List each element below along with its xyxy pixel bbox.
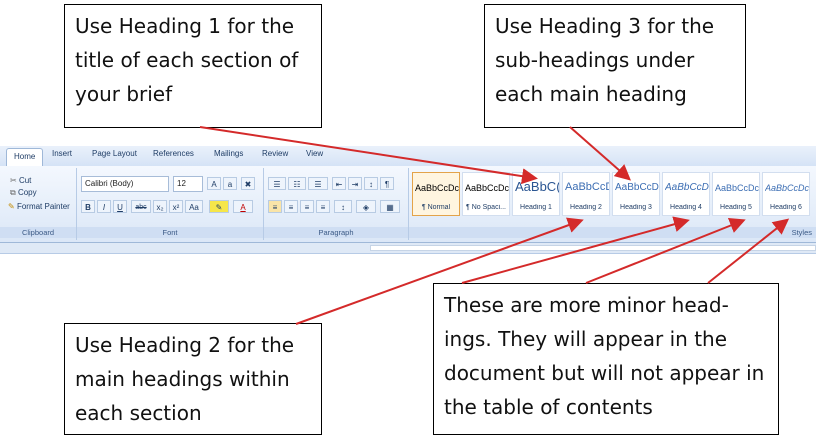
style-sample: AaBbCcD: [565, 181, 609, 193]
styles-group: AaBbCcDc ¶ Normal AaBbCcDc ¶ No Spaci...…: [409, 168, 816, 240]
strikethrough-button[interactable]: abc: [131, 200, 151, 213]
copy-icon: ⧉: [10, 188, 16, 197]
style-sample: AaBbCcDc: [415, 183, 459, 193]
style-name: Heading 6: [770, 204, 802, 211]
bold-button[interactable]: B: [81, 200, 95, 213]
cut-button[interactable]: ✂ Cut: [10, 176, 31, 185]
style-name: Heading 5: [720, 204, 752, 211]
callout-heading2-text: Use Heading 2 for the main headings with…: [75, 333, 295, 425]
style-heading-4[interactable]: AaBbCcD Heading 4: [662, 172, 710, 216]
style-name: Heading 4: [670, 204, 702, 211]
style-heading-3[interactable]: AaBbCcD Heading 3: [612, 172, 660, 216]
paragraph-group: ☰ ☷ ☰ ⇤ ⇥ ↕ ¶ ≡ ≡ ≡ ≡ ↕ ◈ ▦ Paragraph: [264, 168, 409, 240]
sort-icon[interactable]: ↕: [364, 177, 378, 190]
tab-references[interactable]: References: [153, 149, 194, 158]
callout-heading3-text: Use Heading 3 for the sub-headings under…: [495, 14, 715, 106]
multilevel-list-icon[interactable]: ☰: [308, 177, 328, 190]
tab-home[interactable]: Home: [6, 148, 44, 166]
style-heading-2[interactable]: AaBbCcD Heading 2: [562, 172, 610, 216]
align-center-icon[interactable]: ≡: [284, 200, 298, 213]
clear-formatting-button[interactable]: ✖: [241, 177, 255, 190]
grow-font-button[interactable]: A: [207, 177, 221, 190]
justify-icon[interactable]: ≡: [316, 200, 330, 213]
style-name: Heading 3: [620, 204, 652, 211]
style-name: ¶ Normal: [421, 204, 451, 211]
style-sample: AaBbCcD: [615, 182, 659, 193]
callout-heading1-text: Use Heading 1 for the title of each sect…: [75, 14, 299, 106]
horizontal-ruler[interactable]: [0, 243, 816, 254]
tab-mailings[interactable]: Mailings: [214, 149, 243, 158]
style-name: ¶ No Spaci...: [466, 204, 506, 211]
tab-view[interactable]: View: [306, 149, 323, 158]
cut-label: Cut: [18, 176, 32, 185]
copy-label: Copy: [17, 188, 37, 197]
decrease-indent-icon[interactable]: ⇤: [332, 177, 346, 190]
styles-group-label: Styles: [409, 227, 816, 238]
callout-heading3: Use Heading 3 for the sub-headings under…: [484, 4, 746, 128]
superscript-button[interactable]: x²: [169, 200, 183, 213]
line-spacing-icon[interactable]: ↕: [334, 200, 352, 213]
borders-icon[interactable]: ▦: [380, 200, 400, 213]
copy-button[interactable]: ⧉ Copy: [10, 188, 37, 198]
callout-heading1: Use Heading 1 for the title of each sect…: [64, 4, 322, 128]
style-sample: AaBbC(: [515, 179, 559, 194]
scissors-icon: ✂: [10, 176, 17, 185]
style-sample: AaBbCcDc: [465, 183, 509, 193]
callout-minor-headings-text: These are more minor head-ings. They wil…: [444, 293, 765, 419]
ruler-track: [370, 245, 816, 251]
subscript-button[interactable]: x₂: [153, 200, 167, 213]
clipboard-group-label: Clipboard: [0, 227, 76, 238]
format-painter-button[interactable]: ✎ Format Painter: [8, 202, 70, 211]
font-size-select[interactable]: 12: [173, 176, 203, 192]
style-sample: AaBbCcDc: [765, 183, 809, 193]
ribbon-tab-bar: Home Insert Page Layout References Maili…: [0, 146, 816, 167]
style-normal[interactable]: AaBbCcDc ¶ Normal: [412, 172, 460, 216]
change-case-button[interactable]: Aa: [185, 200, 203, 213]
callout-heading2: Use Heading 2 for the main headings with…: [64, 323, 322, 435]
tab-page-layout[interactable]: Page Layout: [92, 149, 137, 158]
style-no-spacing[interactable]: AaBbCcDc ¶ No Spaci...: [462, 172, 510, 216]
tab-review[interactable]: Review: [262, 149, 288, 158]
word-ribbon: Home Insert Page Layout References Maili…: [0, 146, 816, 254]
underline-button[interactable]: U: [113, 200, 127, 213]
bullets-icon[interactable]: ☰: [268, 177, 286, 190]
font-name-select[interactable]: Calibri (Body): [81, 176, 169, 192]
tab-insert[interactable]: Insert: [52, 149, 72, 158]
style-sample: AaBbCcDc: [715, 183, 759, 193]
align-left-icon[interactable]: ≡: [268, 200, 282, 213]
font-group-label: Font: [77, 227, 263, 238]
align-right-icon[interactable]: ≡: [300, 200, 314, 213]
highlight-icon[interactable]: ✎: [209, 200, 229, 213]
show-formatting-icon[interactable]: ¶: [380, 177, 394, 190]
increase-indent-icon[interactable]: ⇥: [348, 177, 362, 190]
style-heading-5[interactable]: AaBbCcDc Heading 5: [712, 172, 760, 216]
style-name: Heading 1: [520, 204, 552, 211]
ribbon-body: ✂ Cut ⧉ Copy ✎ Format Painter Clipboard …: [0, 166, 816, 243]
font-color-icon[interactable]: A: [233, 200, 253, 213]
paintbrush-icon: ✎: [8, 202, 15, 211]
font-group: Calibri (Body) 12 A a ✖ B I U abc x₂ x² …: [77, 168, 264, 240]
style-heading-1[interactable]: AaBbC( Heading 1: [512, 172, 560, 216]
numbering-icon[interactable]: ☷: [288, 177, 306, 190]
italic-button[interactable]: I: [97, 200, 111, 213]
style-name: Heading 2: [570, 204, 602, 211]
shading-icon[interactable]: ◈: [356, 200, 376, 213]
paragraph-group-label: Paragraph: [264, 227, 408, 238]
style-heading-6[interactable]: AaBbCcDc Heading 6: [762, 172, 810, 216]
shrink-font-button[interactable]: a: [223, 177, 237, 190]
callout-minor-headings: These are more minor head-ings. They wil…: [433, 283, 779, 435]
style-sample: AaBbCcD: [665, 182, 709, 193]
format-painter-label: Format Painter: [16, 202, 70, 211]
clipboard-group: ✂ Cut ⧉ Copy ✎ Format Painter Clipboard: [0, 168, 77, 240]
